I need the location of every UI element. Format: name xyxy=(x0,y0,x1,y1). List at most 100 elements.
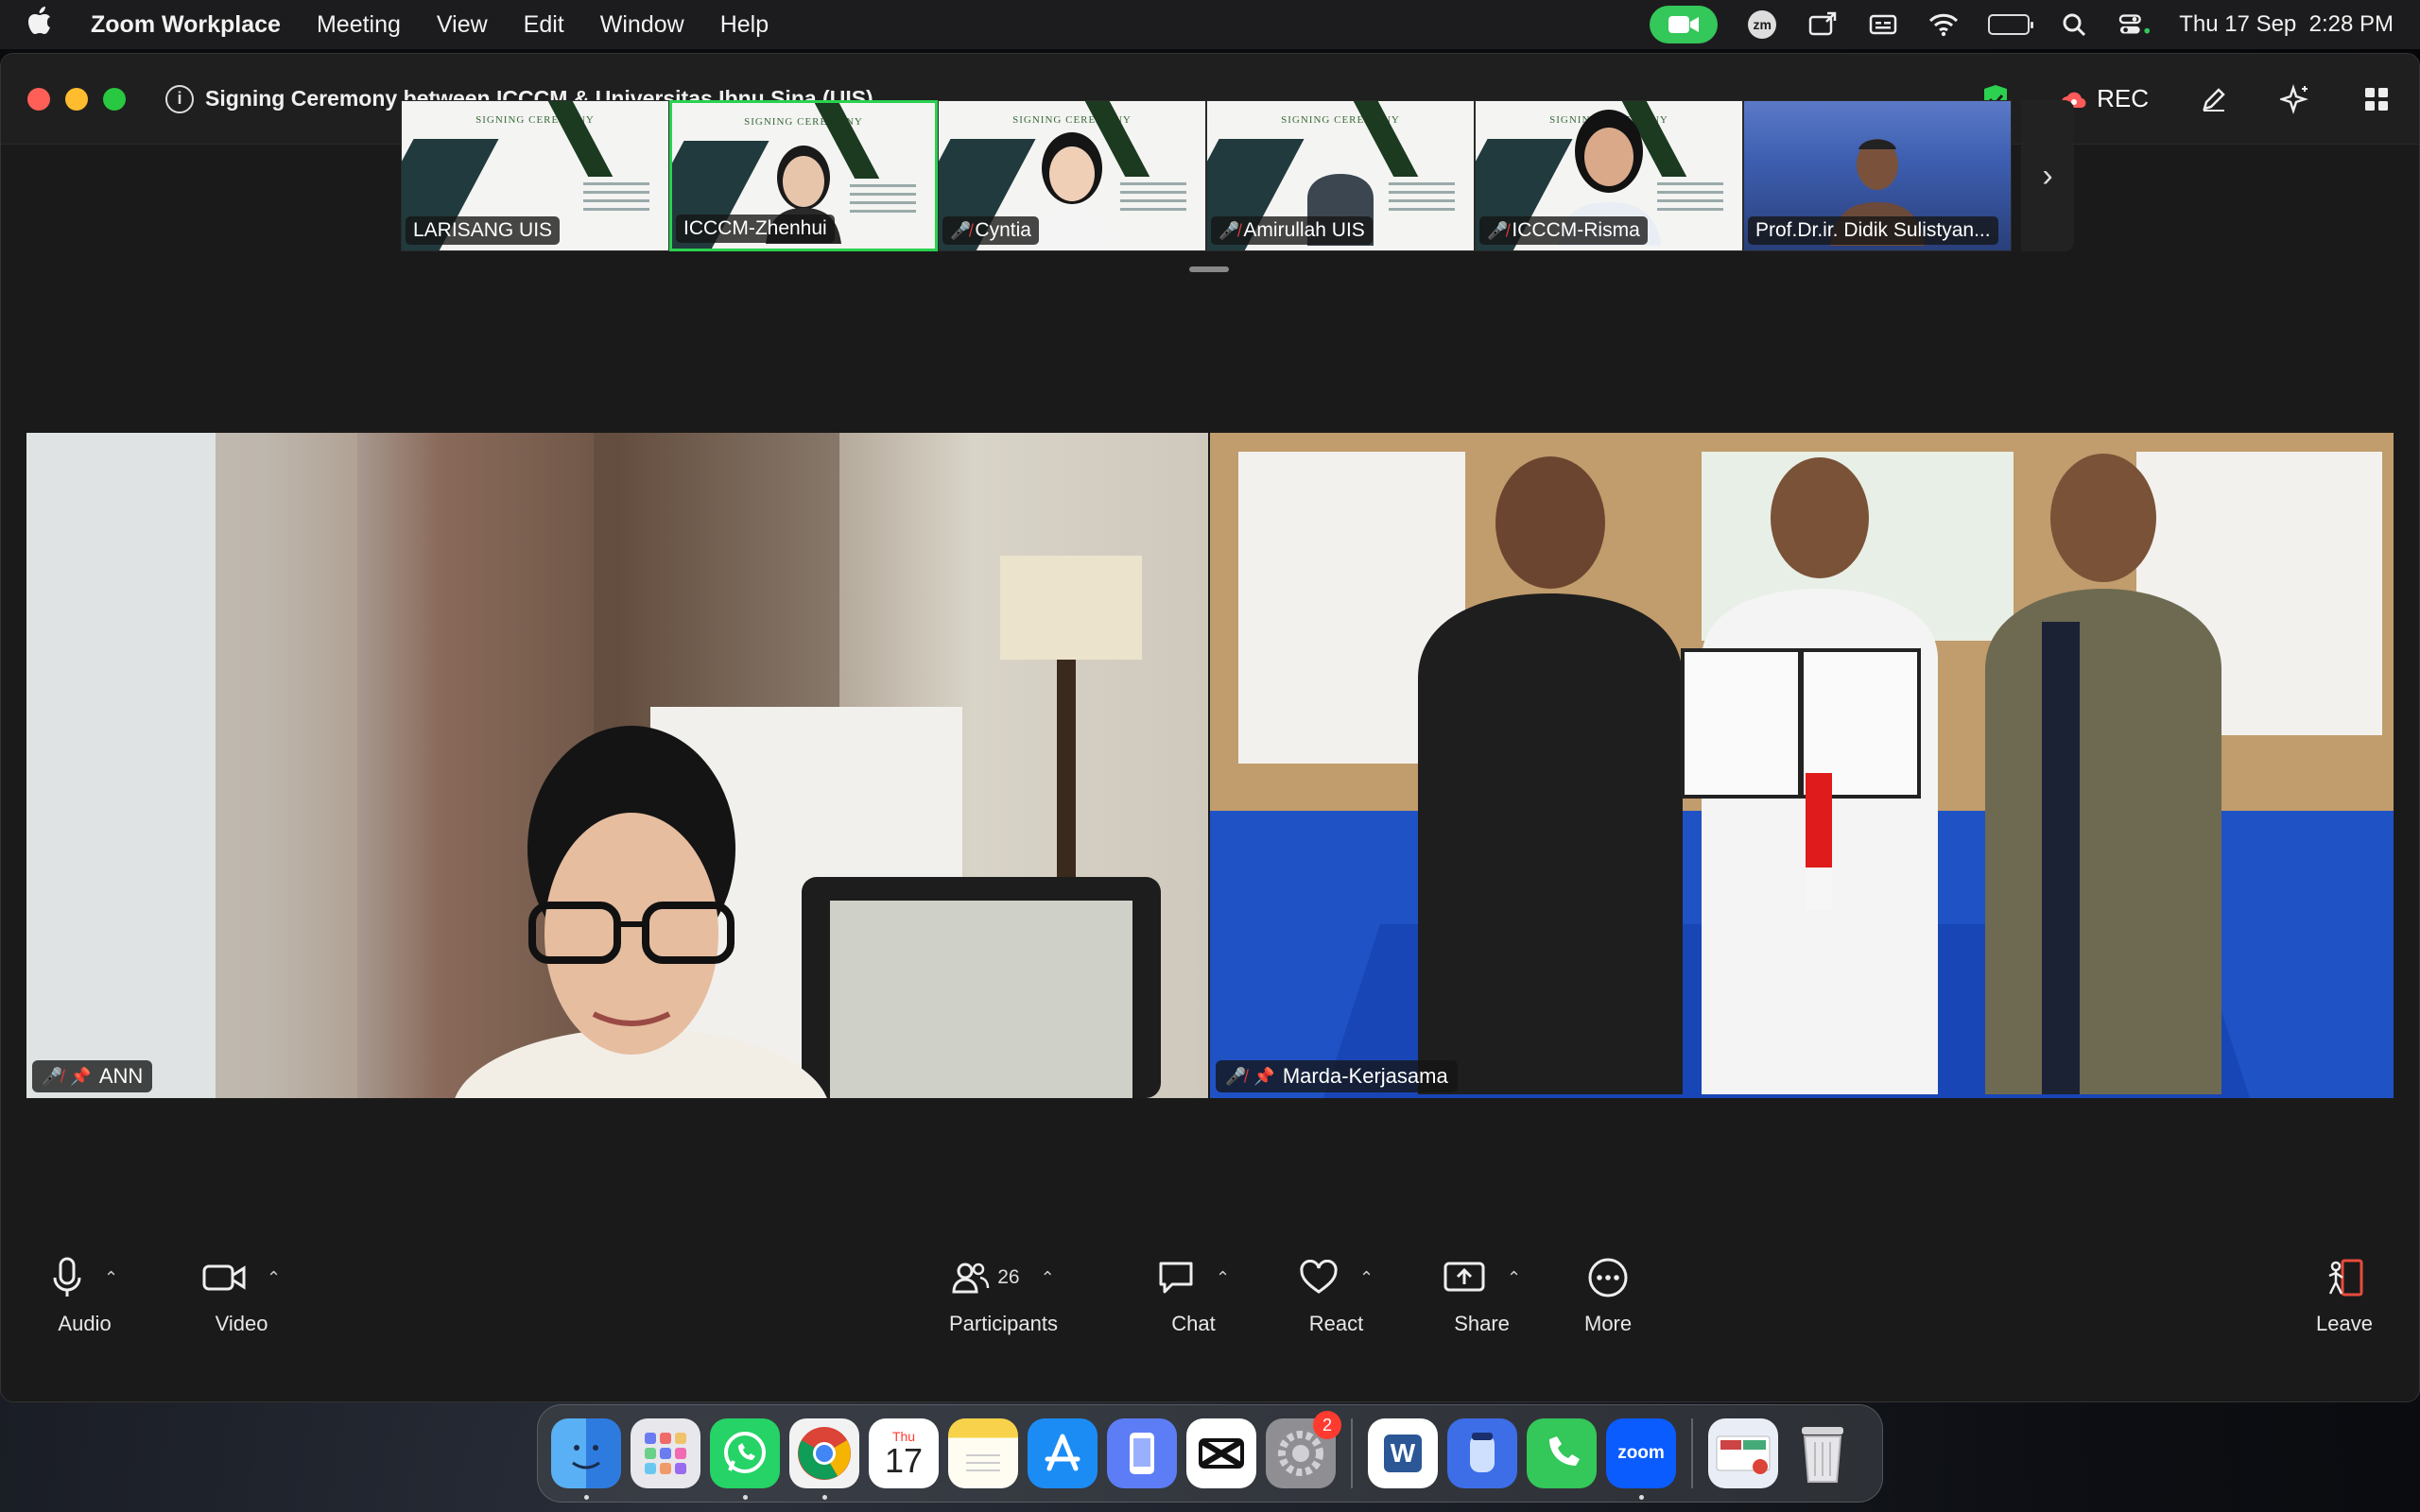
facetime-phone-icon[interactable] xyxy=(1527,1418,1597,1488)
spotlight-search-icon[interactable] xyxy=(2058,10,2090,39)
cloud-recording-button[interactable]: REC xyxy=(2061,84,2149,113)
muted-mic-icon: 🎤̸ xyxy=(950,220,972,240)
leave-button[interactable]: Leave xyxy=(2316,1257,2373,1336)
screen-share-icon[interactable] xyxy=(1806,10,1839,39)
participant-name-label: 🎤̸ 📌 Marda-Kerjasama xyxy=(1216,1060,1458,1092)
react-options-chevron-icon[interactable]: ⌃ xyxy=(1359,1268,1374,1288)
participant-tile-active-speaker[interactable]: SIGNING CEREMONY ICCCM-Zhenhui xyxy=(669,100,938,251)
view-grid-icon[interactable] xyxy=(2360,83,2393,115)
video-feed-ann xyxy=(26,433,1161,1098)
chat-button[interactable]: ⌃ Chat xyxy=(1157,1257,1230,1336)
apple-icon[interactable] xyxy=(26,6,64,43)
notes-icon[interactable] xyxy=(948,1418,1018,1488)
dock-separator xyxy=(1691,1418,1693,1488)
participant-name: ANN xyxy=(98,1064,144,1088)
chat-label: Chat xyxy=(1171,1312,1216,1335)
menu-meeting[interactable]: Meeting xyxy=(317,11,401,39)
caption-icon[interactable] xyxy=(1867,10,1899,39)
participant-name: Marda-Kerjasama xyxy=(1282,1064,1448,1088)
settings-notification-badge: 2 xyxy=(1313,1411,1341,1439)
participant-name: Prof.Dr.ir. Didik Sulistyan... xyxy=(1755,219,1991,241)
participant-name-label: 🎤̸ 📌 ANN xyxy=(32,1060,153,1092)
leave-door-icon xyxy=(2328,1259,2363,1297)
zoom-camera-status-icon[interactable] xyxy=(1650,6,1719,43)
more-button[interactable]: More xyxy=(1584,1257,1632,1336)
chrome-icon[interactable] xyxy=(789,1418,859,1500)
filmstrip-resize-handle[interactable] xyxy=(1189,266,1229,272)
participant-name-label: 🎤̸ Cyntia xyxy=(942,216,1039,245)
pin-icon: 📌 xyxy=(1253,1066,1275,1086)
video-options-chevron-icon[interactable]: ⌃ xyxy=(267,1268,281,1288)
zm-label: zm xyxy=(1748,10,1777,39)
participants-label: Participants xyxy=(949,1312,1058,1335)
ai-companion-sparkle-icon[interactable] xyxy=(2279,83,2311,115)
participant-name: LARISANG UIS xyxy=(413,219,553,241)
participant-name: Cyntia xyxy=(975,219,1031,241)
participant-name: Amirullah UIS xyxy=(1243,219,1365,241)
annotate-pencil-icon[interactable] xyxy=(2198,83,2230,115)
participant-tile[interactable]: SIGNING CEREMONY 🎤̸ ICCCM-Risma xyxy=(1475,100,1743,251)
video-button[interactable]: ⌃ Video xyxy=(202,1257,281,1336)
participant-tile[interactable]: SIGNING CEREMONY LARISANG UIS xyxy=(401,100,669,251)
more-label: More xyxy=(1584,1312,1633,1335)
participant-tile[interactable]: Prof.Dr.ir. Didik Sulistyan... xyxy=(1743,100,2012,251)
participant-name-label: 🎤̸ Amirullah UIS xyxy=(1211,216,1373,245)
calendar-icon[interactable]: Thu 17 xyxy=(869,1418,939,1488)
zoom-app-label: zoom xyxy=(1617,1443,1665,1463)
minimize-window-button[interactable] xyxy=(65,87,88,111)
close-window-button[interactable] xyxy=(27,87,50,111)
steam-jar-app-icon[interactable] xyxy=(1447,1418,1517,1488)
more-ellipsis-icon xyxy=(1588,1258,1628,1297)
menu-edit[interactable]: Edit xyxy=(524,11,564,39)
slide-header: SIGNING CEREMONY xyxy=(1281,114,1400,126)
pin-icon: 📌 xyxy=(70,1066,92,1086)
system-settings-icon[interactable]: 2 xyxy=(1266,1411,1341,1488)
audio-button[interactable]: ⌃ Audio xyxy=(51,1257,118,1336)
participants-options-chevron-icon[interactable]: ⌃ xyxy=(1041,1268,1055,1288)
menubar-clock[interactable]: Thu 17 Sep 2:28 PM xyxy=(2179,11,2394,38)
share-options-chevron-icon[interactable]: ⌃ xyxy=(1507,1268,1521,1288)
capcut-icon[interactable] xyxy=(1186,1418,1256,1488)
leave-label: Leave xyxy=(2316,1312,2373,1335)
share-screen-icon xyxy=(1443,1262,1485,1292)
zoom-menubar-icon[interactable]: zm xyxy=(1746,10,1778,39)
participants-button[interactable]: 26 ⌃ Participants xyxy=(949,1257,1058,1336)
audio-options-chevron-icon[interactable]: ⌃ xyxy=(104,1268,118,1288)
menu-window[interactable]: Window xyxy=(600,11,684,39)
participant-tile[interactable]: SIGNING CEREMONY 🎤̸ Cyntia xyxy=(938,100,1206,251)
participant-name-label: Prof.Dr.ir. Didik Sulistyan... xyxy=(1748,216,1998,245)
video-label: Video xyxy=(215,1312,268,1335)
react-button[interactable]: ⌃ React xyxy=(1299,1257,1374,1336)
menu-app-name[interactable]: Zoom Workplace xyxy=(91,11,281,39)
app-store-icon[interactable] xyxy=(1028,1418,1098,1488)
launchpad-icon[interactable] xyxy=(631,1418,700,1488)
audio-label: Audio xyxy=(58,1312,112,1335)
fullscreen-window-button[interactable] xyxy=(103,87,126,111)
video-tile-left[interactable]: 🎤̸ 📌 ANN xyxy=(26,433,1208,1098)
menu-help[interactable]: Help xyxy=(720,11,769,39)
slide-header: SIGNING CEREMONY xyxy=(475,114,595,126)
video-tile-right[interactable]: 🎤̸ 📌 Marda-Kerjasama xyxy=(1210,433,2394,1098)
whatsapp-icon[interactable] xyxy=(710,1418,780,1500)
meeting-info-icon[interactable]: i xyxy=(165,84,194,113)
iphone-mirroring-icon[interactable] xyxy=(1107,1418,1177,1488)
zoom-app-icon[interactable]: zoom xyxy=(1606,1418,1676,1500)
participants-icon xyxy=(952,1263,990,1294)
video-camera-icon xyxy=(202,1264,246,1291)
battery-icon[interactable] xyxy=(1988,14,2034,35)
control-center-icon[interactable] xyxy=(2118,10,2151,39)
participant-name-label: ICCCM-Zhenhui xyxy=(676,215,835,243)
trash-icon[interactable] xyxy=(1788,1418,1858,1488)
heart-icon xyxy=(1300,1260,1338,1294)
filmstrip-next-chevron-icon[interactable]: › xyxy=(2021,100,2074,251)
menu-view[interactable]: View xyxy=(437,11,488,39)
macos-dock: Thu 17 2 W zoom xyxy=(537,1404,1883,1503)
chat-options-chevron-icon[interactable]: ⌃ xyxy=(1216,1268,1230,1288)
participant-tile[interactable]: SIGNING CEREMONY 🎤̸ Amirullah UIS xyxy=(1206,100,1475,251)
muted-mic-icon: 🎤̸ xyxy=(42,1066,63,1086)
wifi-icon[interactable] xyxy=(1927,10,1960,39)
finder-icon[interactable] xyxy=(551,1418,621,1500)
recent-documents-stack-icon[interactable] xyxy=(1708,1418,1778,1488)
share-button[interactable]: ⌃ Share xyxy=(1443,1257,1521,1336)
microsoft-word-icon[interactable]: W xyxy=(1368,1418,1438,1488)
